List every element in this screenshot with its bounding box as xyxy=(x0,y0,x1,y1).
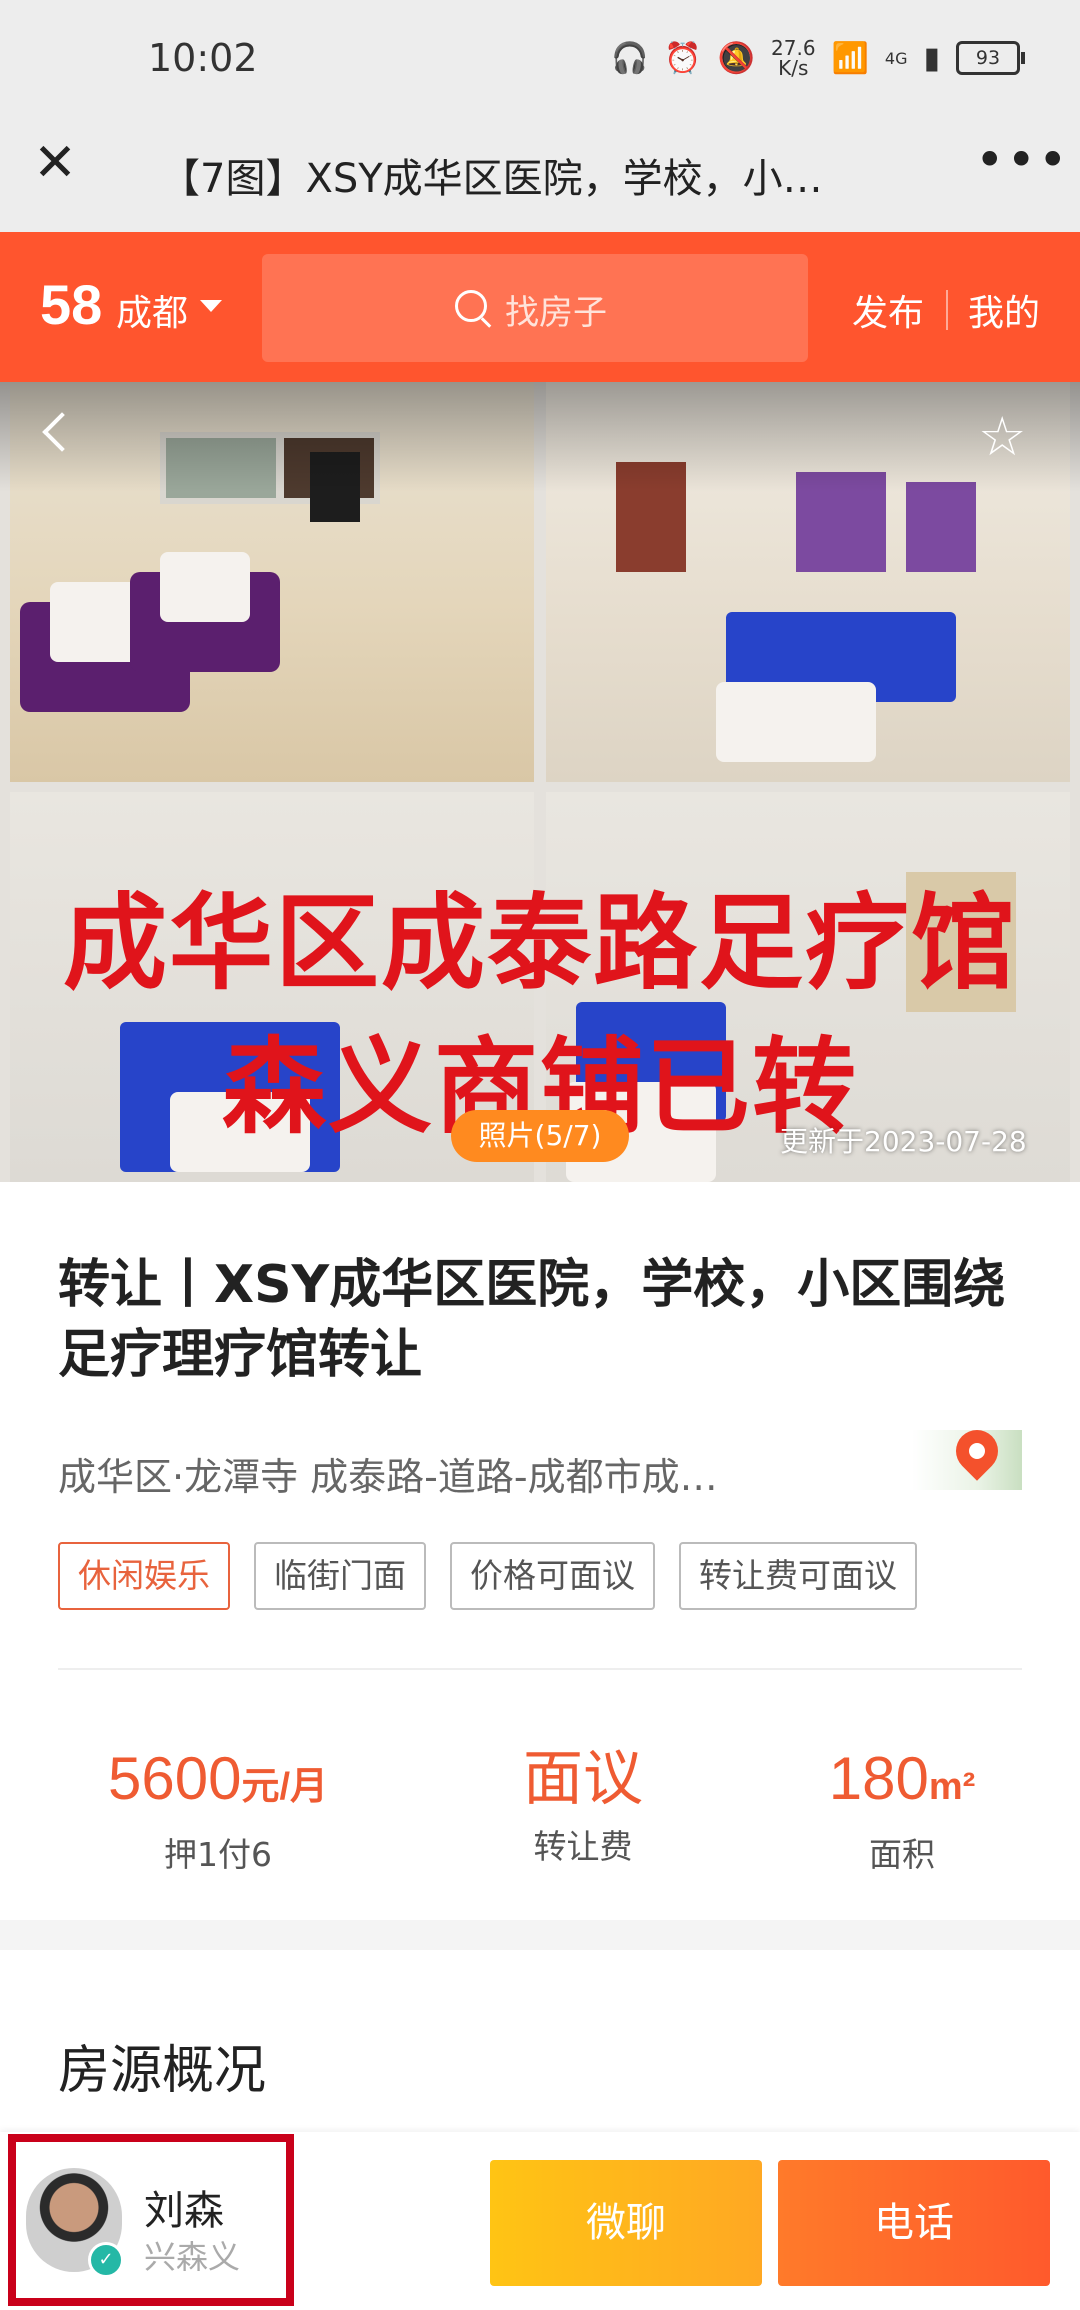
caret-down-icon[interactable] xyxy=(200,300,222,312)
photo-counter[interactable]: 照片(5/7) xyxy=(451,1110,629,1162)
signal-icon: ▮ xyxy=(923,40,940,76)
mine-link[interactable]: 我的 xyxy=(968,284,1040,336)
city-selector[interactable]: 成都 xyxy=(116,284,188,336)
tag-street-front: 临街门面 xyxy=(254,1542,426,1610)
alarm-icon: ⏰ xyxy=(664,40,702,76)
tag-price-negotiable: 价格可面议 xyxy=(450,1542,655,1610)
listing-title: 转让丨XSY成华区医院，学校，小区围绕足疗理疗馆转让 xyxy=(58,1255,1006,1385)
transfer-fee-label: 转让费 xyxy=(533,1827,633,1866)
rent-label: 押1付6 xyxy=(164,1835,272,1874)
close-icon[interactable]: ✕ xyxy=(30,137,80,189)
area-value: 180 xyxy=(828,1745,929,1812)
publish-link[interactable]: 发布 xyxy=(852,284,924,336)
network-speed: 27.6 K/s xyxy=(771,36,816,80)
rent-stat: 5600元/月 押1付6 xyxy=(58,1744,378,1876)
chat-button[interactable]: 微聊 xyxy=(490,2160,762,2286)
divider xyxy=(58,1668,1022,1670)
mute-icon: 🔕 xyxy=(717,40,756,76)
battery-icon: 93 xyxy=(956,41,1025,75)
section-gap xyxy=(0,1920,1080,1950)
status-icons: 🎧 ⏰ 🔕 27.6 K/s 📶 4G ▮ 93 xyxy=(610,36,1025,80)
overview-section-title: 房源概况 xyxy=(58,2041,267,2101)
transfer-fee-value: 面议 xyxy=(523,1745,643,1812)
58-logo[interactable]: 58 xyxy=(40,272,102,337)
rent-value: 5600 xyxy=(107,1745,242,1812)
area-label: 面积 xyxy=(869,1835,935,1874)
headphones-icon: 🎧 xyxy=(610,40,649,76)
tag-transfer-fee-negotiable: 转让费可面议 xyxy=(679,1542,917,1610)
header-divider xyxy=(946,290,948,330)
gallery-top-shade xyxy=(0,382,1080,492)
overlay-caption-line1: 成华区成泰路足疗馆 xyxy=(62,882,1017,1004)
more-icon[interactable]: ••• xyxy=(975,135,1067,190)
area-unit: m² xyxy=(928,1766,976,1808)
wifi-icon: 📶 xyxy=(831,40,869,76)
transfer-fee-stat: 面议 转让费 xyxy=(423,1744,743,1868)
listing-address[interactable]: 成华区·龙潭寺 成泰路-道路-成都市成… xyxy=(58,1446,838,1501)
area-stat: 180m² 面积 xyxy=(742,1744,1062,1876)
status-time: 10:02 xyxy=(148,36,258,80)
search-icon xyxy=(455,290,487,322)
call-button[interactable]: 电话 xyxy=(778,2160,1050,2286)
signal-label: 4G xyxy=(884,48,908,68)
updated-date: 更新于2023-07-28 xyxy=(780,1125,1027,1158)
tag-leisure: 休闲娱乐 xyxy=(58,1542,230,1610)
rent-unit: 元/月 xyxy=(241,1766,329,1808)
tag-list: 休闲娱乐 临街门面 价格可面议 转让费可面议 xyxy=(58,1542,917,1610)
search-placeholder[interactable]: 找房子 xyxy=(505,285,607,334)
page-title: 【7图】XSY成华区医院，学校，小… xyxy=(160,156,823,202)
agent-highlight-frame xyxy=(8,2134,294,2306)
favorite-star-icon[interactable]: ☆ xyxy=(978,410,1026,464)
